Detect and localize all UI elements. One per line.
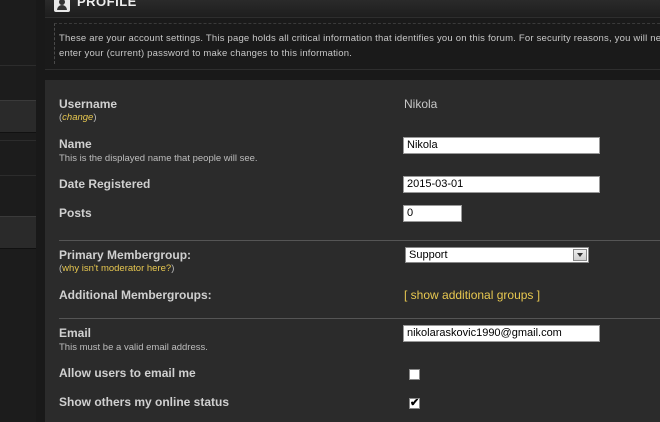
- primary-group-selected: Support: [409, 249, 448, 261]
- name-description: This is the displayed name that people w…: [59, 153, 258, 164]
- page-title: PROFILE: [77, 0, 137, 9]
- posts-label: Posts: [59, 206, 92, 220]
- date-registered-input[interactable]: 2015-03-01: [403, 176, 600, 193]
- settings-panel: Username (change) Nikola Name This is th…: [45, 80, 660, 422]
- name-input[interactable]: Nikola: [403, 137, 600, 154]
- sidebar-nav-item[interactable]: [0, 100, 36, 133]
- why-not-moderator-link[interactable]: why isn't moderator here?: [62, 263, 171, 274]
- profile-user-icon: [54, 0, 70, 12]
- primary-group-label: Primary Membergroup:: [59, 248, 192, 262]
- show-online-checkbox[interactable]: ✔: [409, 398, 420, 409]
- info-box: These are your account settings. This pa…: [45, 17, 660, 70]
- info-text: These are your account settings. This pa…: [59, 33, 660, 59]
- email-input[interactable]: nikolaraskovic1990@gmail.com: [403, 325, 600, 342]
- sidebar-nav-item[interactable]: [0, 216, 36, 249]
- additional-groups-label: Additional Membergroups:: [59, 288, 212, 302]
- section-header: PROFILE: [45, 0, 660, 17]
- left-sidebar: [0, 0, 36, 422]
- email-description: This must be a valid email address.: [59, 342, 208, 353]
- email-label: Email: [59, 326, 92, 340]
- username-change: (change): [59, 112, 97, 123]
- username-value: Nikola: [404, 97, 438, 111]
- change-username-link[interactable]: change: [62, 112, 93, 123]
- allow-email-checkbox[interactable]: [409, 369, 420, 380]
- primary-group-help: (why isn't moderator here?): [59, 263, 175, 274]
- primary-group-select[interactable]: Support: [405, 247, 589, 263]
- chevron-down-icon[interactable]: [573, 249, 587, 261]
- sidebar-divider: [0, 175, 36, 176]
- username-label: Username: [59, 97, 118, 111]
- date-registered-label: Date Registered: [59, 177, 151, 191]
- divider: [59, 240, 660, 241]
- show-online-label: Show others my online status: [59, 395, 230, 409]
- sidebar-divider: [0, 65, 36, 66]
- show-additional-groups-link[interactable]: [ show additional groups ]: [404, 288, 540, 302]
- sidebar-divider: [0, 140, 36, 141]
- divider: [59, 318, 660, 319]
- name-label: Name: [59, 137, 92, 151]
- posts-input[interactable]: 0: [403, 205, 462, 222]
- allow-email-label: Allow users to email me: [59, 366, 196, 380]
